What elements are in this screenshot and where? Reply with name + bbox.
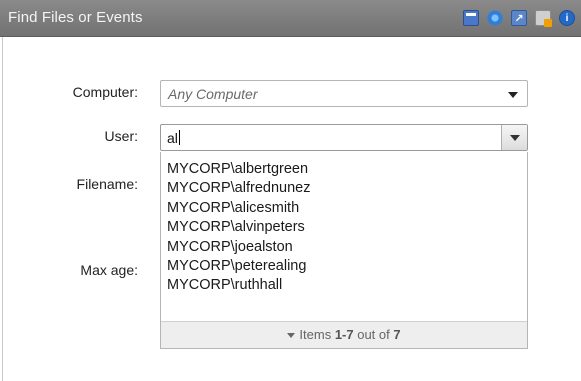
popout-icon[interactable] [511, 10, 527, 26]
suggestion-item[interactable]: MYCORP\peterealing [161, 257, 527, 276]
suggestion-item[interactable]: MYCORP\alvinpeters [161, 218, 527, 237]
user-combobox[interactable]: al [160, 124, 528, 151]
user-input[interactable]: al [167, 130, 180, 146]
titlebar-tools: i [463, 10, 575, 27]
user-label: User: [104, 128, 138, 144]
suggestion-item[interactable]: MYCORP\ruthhall [161, 276, 527, 295]
suggestions-pager[interactable]: Items 1-7 out of 7 [161, 321, 527, 348]
computer-select-value: Any Computer [168, 86, 258, 102]
suggestion-item[interactable]: MYCORP\joealston [161, 238, 527, 257]
user-dropdown-button[interactable] [501, 125, 527, 150]
suggestion-item[interactable]: MYCORP\albertgreen [161, 160, 527, 179]
find-files-panel: Find Files or Events i Computer: Any Com… [0, 0, 581, 381]
calendar-icon[interactable] [463, 10, 479, 26]
pager-middle: out of [353, 327, 394, 342]
computer-label: Computer: [72, 84, 138, 100]
panel-title: Find Files or Events [8, 9, 143, 26]
computer-select[interactable]: Any Computer [160, 80, 528, 107]
caret-down-icon [287, 333, 296, 338]
panel-titlebar: Find Files or Events i [0, 0, 581, 37]
pager-prefix: Items [299, 327, 335, 342]
chevron-down-icon[interactable] [508, 92, 518, 98]
suggestion-item[interactable]: MYCORP\alfrednunez [161, 179, 527, 198]
note-icon[interactable] [535, 10, 552, 27]
info-icon[interactable]: i [559, 10, 575, 26]
suggestion-options: MYCORP\albertgreen MYCORP\alfrednunez MY… [161, 152, 527, 296]
suggestion-item[interactable]: MYCORP\alicesmith [161, 199, 527, 218]
pager-total: 7 [393, 327, 401, 342]
chevron-down-icon [510, 135, 520, 141]
refresh-icon[interactable] [487, 10, 503, 26]
user-suggestions-list: MYCORP\albertgreen MYCORP\alfrednunez MY… [160, 152, 528, 349]
max-age-label: Max age: [80, 262, 138, 278]
user-input-text: al [167, 130, 178, 146]
panel-border [2, 37, 3, 381]
text-caret [178, 130, 180, 145]
pager-range: 1-7 [334, 327, 354, 342]
filename-label: Filename: [76, 176, 138, 192]
